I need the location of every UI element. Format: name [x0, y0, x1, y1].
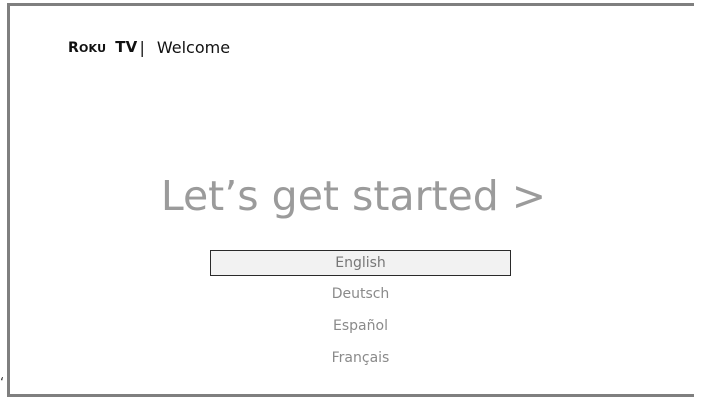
header: R OKU TV | Welcome — [68, 36, 230, 58]
tv-screen: R OKU TV | Welcome Let’s get started > Eng… — [7, 3, 694, 397]
language-option-english[interactable]: English — [210, 250, 511, 276]
corner-mark: ‘ — [0, 376, 5, 391]
language-option-francais[interactable]: Français — [210, 346, 511, 372]
logo-tv: TV — [115, 38, 138, 56]
language-option-espanol[interactable]: Español — [210, 314, 511, 340]
language-option-deutsch[interactable]: Deutsch — [210, 282, 511, 308]
header-divider: | — [139, 37, 145, 57]
logo-letter: R — [68, 40, 79, 56]
roku-tv-logo: R OKU TV — [68, 38, 137, 56]
language-list: English Deutsch Español Français — [210, 250, 511, 378]
logo-small-caps: OKU — [78, 42, 107, 55]
get-started-headline[interactable]: Let’s get started > — [10, 172, 697, 220]
page-title: Welcome — [156, 37, 231, 57]
